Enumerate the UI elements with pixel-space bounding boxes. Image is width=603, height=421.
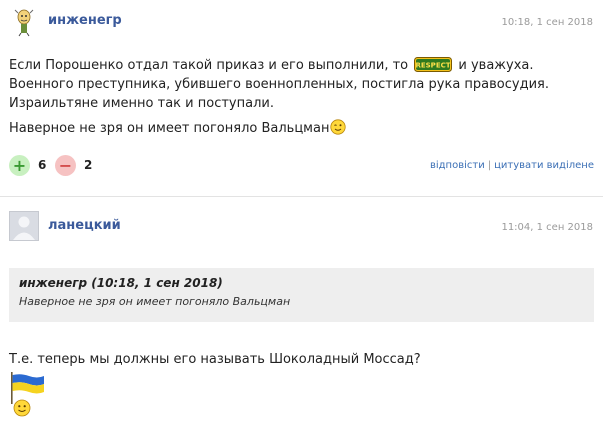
comment-text: Наверное не зря он имеет погоняло Вальцм… — [9, 121, 330, 136]
default-user-avatar-icon — [10, 212, 38, 240]
upvote-button[interactable]: + — [9, 155, 30, 176]
username[interactable]: ланецкий — [48, 218, 121, 233]
comment-post-2: ланецкий 11:04, 1 сен 2018 инженегр (10:… — [0, 197, 603, 417]
sticker-text: RESPECT — [416, 62, 451, 70]
downvote-button[interactable]: − — [55, 155, 76, 176]
comment-text: Военного преступника, убившего военнопле… — [9, 77, 549, 92]
comment-text: Т.е. теперь мы должны его называть Шокол… — [9, 352, 421, 367]
user-avatar[interactable] — [9, 7, 39, 37]
username[interactable]: инженегр — [48, 13, 122, 28]
separator: | — [487, 160, 492, 171]
downvote-count: 2 — [84, 158, 93, 172]
comment-post-1: инженегр 10:18, 1 сен 2018 Если Порошенк… — [0, 0, 603, 197]
comment-text: Израильтяне именно так и поступали. — [9, 96, 274, 111]
quote-selected-link[interactable]: цитувати виділене — [494, 160, 594, 171]
timestamp: 10:18, 1 сен 2018 — [501, 17, 593, 28]
quote-text: Наверное не зря он имеет погоняло Вальцм… — [19, 295, 291, 308]
quote-header: инженегр (10:18, 1 сен 2018) — [19, 276, 223, 290]
winking-smiley-icon — [330, 119, 347, 135]
quoted-comment: инженегр (10:18, 1 сен 2018) Наверное не… — [9, 268, 594, 322]
respect-sticker-icon: RESPECT — [414, 56, 453, 73]
cartoon-avatar-icon — [9, 7, 39, 37]
comment-body: Если Порошенко отдал такой приказ и его … — [9, 56, 594, 138]
smiley-icon — [13, 399, 31, 417]
comment-text: Если Порошенко отдал такой приказ и его … — [9, 58, 413, 73]
user-avatar[interactable] — [9, 211, 39, 241]
upvote-count: 6 — [38, 158, 47, 172]
timestamp: 11:04, 1 сен 2018 — [501, 222, 593, 233]
comment-actions: відповісти | цитувати виділене — [430, 160, 594, 171]
reply-link[interactable]: відповісти — [430, 160, 485, 171]
comment-text: и уважуха. — [454, 58, 534, 73]
